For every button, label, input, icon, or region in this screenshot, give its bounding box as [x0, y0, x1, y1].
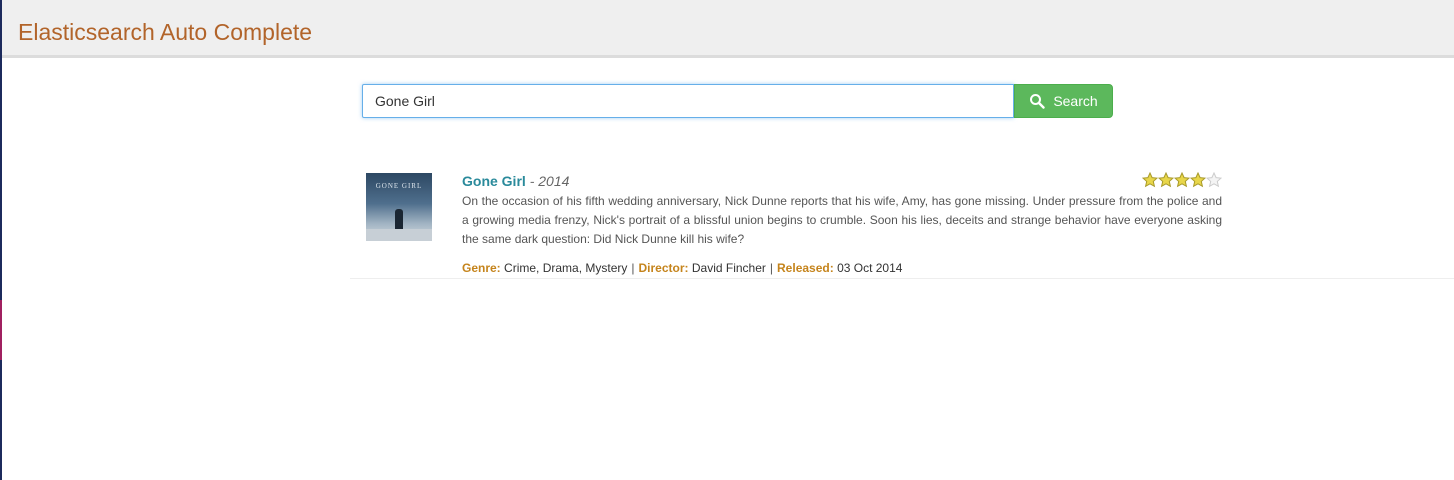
app-title[interactable]: Elasticsearch Auto Complete [18, 17, 312, 47]
star-filled-icon [1190, 172, 1206, 188]
star-filled-icon [1158, 172, 1174, 188]
director-label: Director: [638, 261, 689, 275]
search-form: Search [362, 84, 1114, 118]
released-label: Released: [777, 261, 834, 275]
title-separator: - [529, 173, 535, 189]
poster-title-art: GONE GIRL [375, 182, 423, 190]
movie-title-link[interactable]: Gone Girl [462, 173, 526, 189]
movie-plot: On the occasion of his fifth wedding ann… [462, 194, 1222, 246]
search-button-label: Search [1053, 93, 1098, 109]
director-value: David Fincher [691, 261, 766, 275]
window-left-edge [0, 0, 2, 480]
movie-year: 2014 [538, 173, 570, 189]
genre-label: Genre: [462, 261, 501, 275]
navbar: Elasticsearch Auto Complete [2, 0, 1454, 58]
poster-figure [395, 209, 403, 229]
result-title-line: Gone Girl - 2014 [462, 173, 569, 189]
meta-divider: | [631, 261, 635, 275]
movie-poster[interactable]: GONE GIRL [366, 173, 432, 241]
window-edge-accent [0, 300, 2, 360]
movie-meta: Genre: Crime, Drama, Mystery | Director: D… [462, 261, 902, 275]
released-value: 03 Oct 2014 [837, 261, 903, 275]
search-result-item: GONE GIRL Gone Girl - 2014 On the occasi… [350, 160, 1454, 279]
search-input[interactable] [362, 84, 1014, 118]
search-icon [1030, 94, 1046, 109]
star-rating [1142, 172, 1222, 188]
star-filled-icon [1174, 172, 1190, 188]
genre-value: Crime, Drama, Mystery [504, 261, 628, 275]
star-filled-icon [1142, 172, 1158, 188]
poster-shore [366, 229, 432, 241]
meta-divider: | [769, 261, 774, 275]
search-button[interactable]: Search [1014, 84, 1113, 118]
star-empty-icon [1206, 172, 1222, 188]
